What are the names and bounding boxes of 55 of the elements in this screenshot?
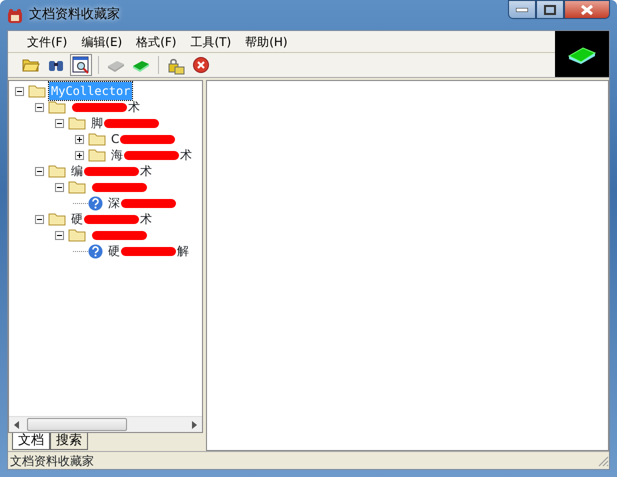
menu-item[interactable]: 文件(F): [20, 32, 74, 52]
folder-icon: [68, 228, 86, 242]
folder-icon: [88, 132, 106, 146]
tree-node-text[interactable]: 术: [140, 164, 152, 178]
scroll-right-icon[interactable]: [190, 420, 198, 428]
window-title: 文档资料收藏家: [29, 6, 120, 24]
close-icon: [581, 4, 593, 14]
tree-node-text[interactable]: 硬: [71, 212, 83, 226]
folder-icon: [88, 148, 106, 162]
expand-icon[interactable]: [75, 150, 84, 160]
stop-icon: [191, 55, 211, 75]
collapse-icon[interactable]: [35, 102, 44, 112]
app-icon: [7, 8, 23, 24]
scroll-left-icon[interactable]: [13, 420, 21, 428]
maximize-button[interactable]: [536, 0, 564, 19]
tree-node-text[interactable]: 深: [108, 196, 120, 210]
tree-node-text[interactable]: 术: [180, 148, 192, 162]
maximize-icon: [544, 4, 556, 14]
collapse-icon[interactable]: [35, 214, 44, 224]
preview-icon: [71, 55, 91, 75]
minimize-button[interactable]: [508, 0, 536, 19]
status-text: 文档资料收藏家: [10, 452, 94, 470]
menu-item[interactable]: 编辑(E): [74, 32, 130, 52]
collapse-icon[interactable]: [55, 182, 64, 192]
tree-node-text[interactable]: 解: [177, 244, 189, 258]
close-button[interactable]: [564, 0, 610, 19]
resize-grip-icon[interactable]: [597, 454, 609, 466]
preview-button[interactable]: [70, 54, 92, 76]
stop-button[interactable]: [190, 54, 212, 76]
folder-icon: [48, 212, 66, 226]
collapse-icon[interactable]: [55, 118, 64, 128]
tree-node-text[interactable]: 硬: [108, 244, 120, 258]
minimize-icon: [516, 8, 528, 12]
tree-node-text[interactable]: 术: [140, 212, 152, 226]
folder-icon: [68, 116, 86, 130]
folder-icon: [68, 180, 86, 194]
horizontal-scrollbar[interactable]: [9, 416, 202, 432]
folder-icon: [48, 164, 66, 178]
menu-item[interactable]: 帮助(H): [238, 32, 295, 52]
expand-icon[interactable]: [75, 134, 84, 144]
tree-node-text[interactable]: 脚: [91, 116, 103, 130]
collapse-icon[interactable]: [55, 230, 64, 240]
collapse-icon[interactable]: [35, 166, 44, 176]
tab[interactable]: 文档: [12, 433, 50, 450]
menu-item[interactable]: 工具(T): [183, 32, 238, 52]
folder-icon: [28, 84, 46, 98]
tree-node-text[interactable]: 海: [111, 148, 123, 162]
tree-node-text[interactable]: C: [111, 132, 120, 146]
help-document-icon: [88, 244, 103, 258]
tree-node-text[interactable]: 术: [128, 100, 140, 114]
collapse-icon[interactable]: [15, 86, 24, 96]
tree-node-text[interactable]: 编: [71, 164, 83, 178]
tab[interactable]: 搜索: [50, 433, 88, 450]
menu-item[interactable]: 格式(F): [129, 32, 184, 52]
help-document-icon: [88, 196, 103, 210]
